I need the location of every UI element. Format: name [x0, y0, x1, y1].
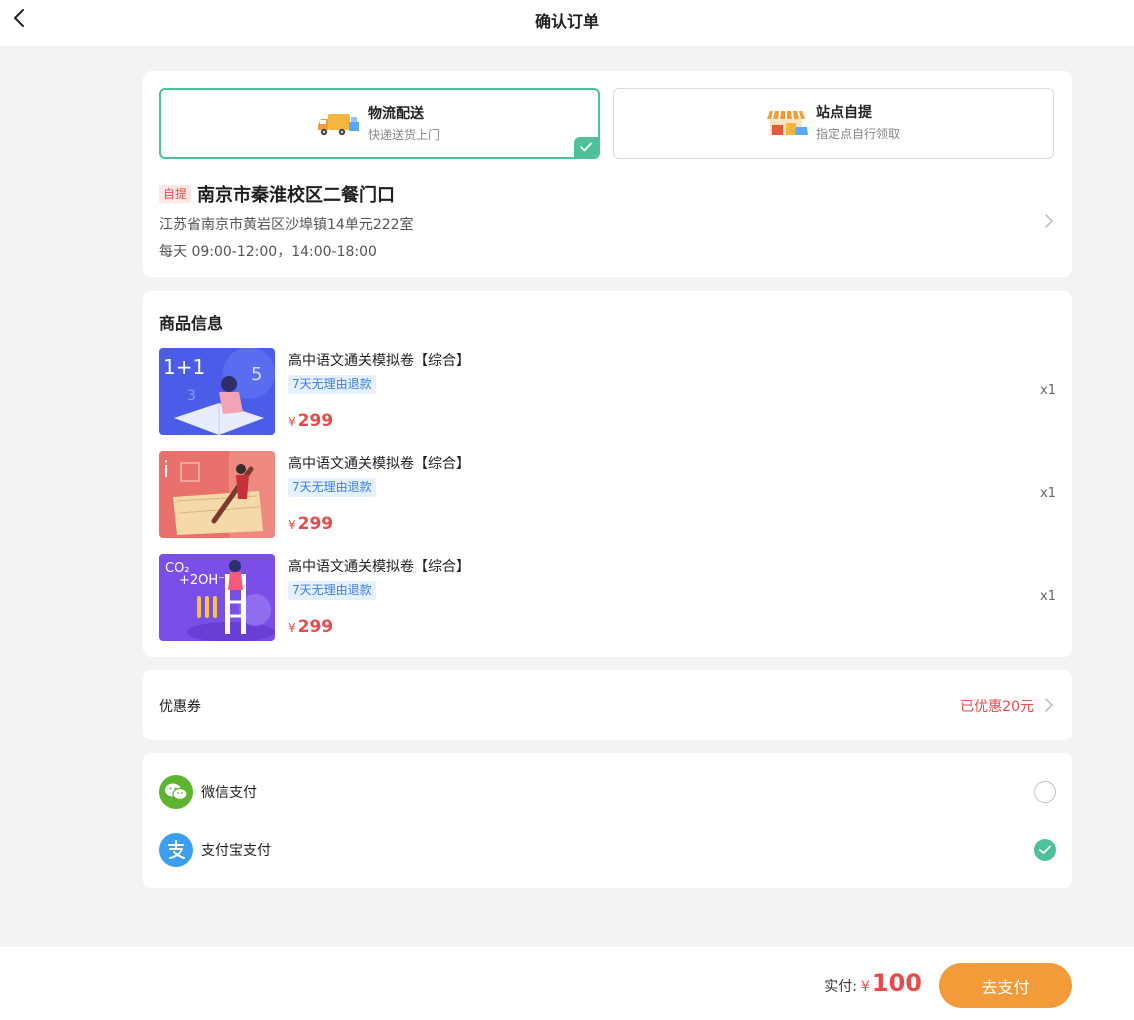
refund-badge: 7天无理由退款 — [288, 375, 376, 394]
address-detail: 江苏省南京市黄岩区沙埠镇14单元222室 — [159, 217, 414, 233]
price-value: 299 — [297, 514, 334, 534]
payment-method-alipay[interactable]: 支付宝支付 — [159, 833, 1056, 867]
total-label: 实付: — [824, 979, 857, 995]
svg-text:1+1: 1+1 — [163, 355, 205, 379]
product-name: 高中语文通关模拟卷【综合】 — [288, 559, 470, 575]
address-row: 自提 南京市秦淮校区二餐门口 — [159, 181, 395, 207]
pickup-tag: 自提 — [159, 185, 192, 203]
product-thumbnail: i — [159, 451, 275, 538]
svg-text:i: i — [163, 458, 169, 483]
currency-symbol: ¥ — [860, 979, 870, 995]
address-hours: 每天 09:00-12:00，14:00-18:00 — [159, 244, 377, 260]
delivery-option-pickup[interactable]: 站点自提 指定点自行领取 — [613, 88, 1054, 159]
payment-label: 微信支付 — [201, 785, 257, 801]
svg-text:+2OH⁻: +2OH⁻ — [179, 573, 225, 588]
goods-item[interactable]: 1+1 5 3 高中语文通关模拟卷【综合】 7天无理由退款 ¥299 x1 — [159, 348, 1056, 435]
wechat-pay-icon — [159, 775, 193, 809]
goods-item[interactable]: CO₂ +2OH⁻ 高中语文通关模拟卷【综合】 7天无理由退款 ¥299 x1 — [159, 554, 1056, 641]
address-name: 南京市秦淮校区二餐门口 — [197, 185, 396, 206]
total-amount: 100 — [871, 969, 922, 997]
currency-symbol: ¥ — [288, 518, 296, 532]
product-price: ¥299 — [288, 514, 333, 534]
product-price: ¥299 — [288, 411, 333, 431]
currency-symbol: ¥ — [288, 415, 296, 429]
svg-text:5: 5 — [251, 364, 262, 385]
svg-text:3: 3 — [187, 388, 196, 404]
delivery-option-logistics[interactable]: 物流配送 快递送货上门 — [159, 88, 600, 159]
alipay-icon — [159, 833, 193, 867]
price-value: 299 — [297, 617, 334, 637]
option-desc: 指定点自行领取 — [816, 127, 901, 141]
bottom-bar: 实付: ¥ 100 去支付 — [0, 947, 1134, 1020]
chevron-right-icon[interactable] — [1044, 213, 1054, 229]
product-thumbnail: CO₂ +2OH⁻ — [159, 554, 275, 641]
product-thumbnail: 1+1 5 3 — [159, 348, 275, 435]
goods-card: 商品信息 1+1 5 3 高中语文通关模拟卷【综合】 7天无理由退款 ¥299 … — [143, 291, 1072, 657]
currency-symbol: ¥ — [288, 621, 296, 635]
page-title: 确认订单 — [534, 12, 599, 31]
product-quantity: x1 — [1040, 486, 1056, 501]
product-name: 高中语文通关模拟卷【综合】 — [288, 353, 470, 369]
store-icon — [767, 110, 808, 135]
pay-button[interactable]: 去支付 — [939, 963, 1072, 1008]
product-quantity: x1 — [1040, 383, 1056, 398]
refund-badge: 7天无理由退款 — [288, 478, 376, 497]
payment-label: 支付宝支付 — [201, 843, 271, 859]
price-value: 299 — [297, 411, 334, 431]
coupon-label: 优惠券 — [159, 699, 201, 715]
radio-unchecked[interactable] — [1034, 781, 1056, 803]
chevron-right-icon[interactable] — [1044, 697, 1054, 713]
delivery-card: 物流配送 快递送货上门 站点自提 指定点自行领取 自提 南京市秦淮校区二餐门口 … — [143, 71, 1072, 277]
coupon-card[interactable]: 优惠券 已优惠20元 — [143, 670, 1072, 740]
product-price: ¥299 — [288, 617, 333, 637]
total-payable: 实付: ¥ 100 — [824, 969, 922, 997]
option-name: 物流配送 — [368, 106, 424, 122]
selected-check-icon — [574, 137, 598, 157]
product-quantity: x1 — [1040, 589, 1056, 604]
payment-method-wechat[interactable]: 微信支付 — [159, 775, 1056, 809]
goods-section-title: 商品信息 — [159, 314, 224, 333]
option-name: 站点自提 — [816, 105, 872, 121]
truck-icon — [318, 114, 359, 136]
radio-checked[interactable] — [1034, 839, 1056, 861]
top-bar: 确认订单 — [0, 0, 1134, 46]
option-desc: 快递送货上门 — [368, 128, 441, 142]
refund-badge: 7天无理由退款 — [288, 581, 376, 600]
payment-card: 微信支付 支付宝支付 — [143, 753, 1072, 888]
goods-item[interactable]: i 高中语文通关模拟卷【综合】 7天无理由退款 ¥299 x1 — [159, 451, 1056, 538]
coupon-value: 已优惠20元 — [960, 699, 1034, 715]
product-name: 高中语文通关模拟卷【综合】 — [288, 456, 470, 472]
